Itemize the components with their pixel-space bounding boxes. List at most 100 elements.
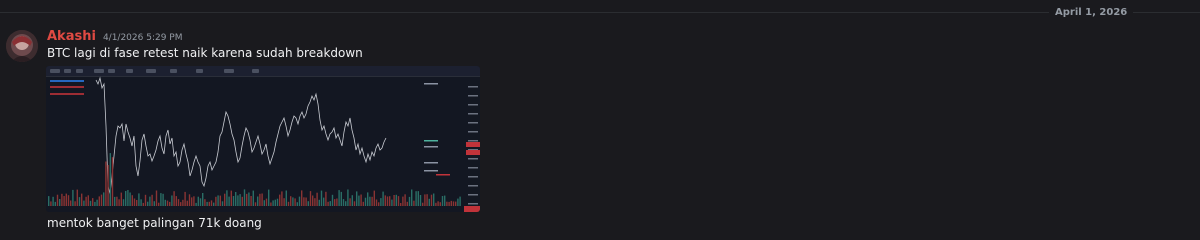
volume-bar — [393, 195, 395, 206]
volume-bar — [316, 192, 318, 206]
volume-bar — [336, 198, 338, 206]
volume-bar — [441, 196, 444, 206]
volume-bar — [314, 198, 316, 206]
volume-bar — [239, 194, 241, 206]
price-scale-tick — [468, 95, 478, 97]
volume-bar — [296, 202, 298, 206]
volume-bar — [422, 202, 424, 206]
volume-bar — [182, 199, 184, 206]
volume-bar — [329, 201, 331, 206]
chat-page: April 1, 2026 Akashi 4/1/2026 5:29 PM BT… — [0, 0, 1200, 240]
chart-corner-marker — [464, 206, 480, 212]
volume-bar — [166, 200, 169, 206]
volume-bar — [226, 190, 228, 206]
toolbar-button — [252, 69, 259, 73]
volume-bar — [323, 197, 325, 206]
volume-bar — [281, 191, 283, 206]
side-label-mark — [424, 162, 438, 164]
volume-bar — [131, 195, 133, 206]
volume-bar — [155, 190, 158, 206]
volume-bar — [448, 201, 450, 206]
volume-bar — [373, 190, 375, 206]
volume-bar — [265, 198, 268, 206]
volume-bar — [384, 195, 386, 206]
volume-bar — [334, 199, 336, 206]
volume-bar — [347, 189, 349, 206]
volume-bar — [353, 201, 356, 206]
volume-bar — [367, 192, 369, 206]
volume-bar — [435, 202, 437, 206]
image-attachment[interactable] — [46, 66, 480, 212]
volume-bar — [70, 200, 72, 206]
volume-bar — [103, 192, 105, 206]
volume-bar — [327, 201, 329, 206]
volume-bar — [158, 202, 160, 206]
toolbar-button — [108, 69, 115, 73]
volume-bar — [122, 199, 125, 206]
volume-bar — [235, 192, 237, 206]
toolbar-button — [224, 69, 234, 73]
volume-bar — [457, 198, 459, 206]
volume-bar — [171, 195, 173, 206]
volume-bar — [164, 199, 166, 206]
volume-bar — [213, 202, 215, 206]
volume-bar — [153, 201, 155, 206]
volume-bar — [404, 194, 406, 206]
volume-bar — [208, 201, 210, 206]
toolbar-button — [196, 69, 203, 73]
volume-bar — [197, 196, 199, 206]
volume-bar — [380, 198, 382, 206]
volume-bar — [67, 195, 70, 206]
volume-bar — [259, 193, 261, 206]
toolbar-button — [76, 69, 83, 73]
volume-bar — [186, 200, 188, 206]
volume-bar — [397, 196, 400, 206]
message-timestamp[interactable]: 4/1/2026 5:29 PM — [103, 33, 183, 43]
volume-bar — [325, 191, 327, 206]
volume-bar — [371, 196, 373, 206]
side-label-mark — [424, 83, 438, 85]
volume-bar — [254, 202, 257, 206]
volume-bar — [459, 196, 461, 206]
volume-bar — [180, 202, 182, 206]
volume-bar — [375, 199, 378, 206]
volume-bar — [279, 194, 281, 206]
volume-bar — [81, 193, 83, 206]
volume-bar — [428, 198, 430, 206]
volume-bar — [162, 193, 164, 206]
volume-bar — [144, 194, 147, 206]
volume-bar — [362, 201, 364, 206]
volume-bar — [338, 190, 340, 206]
volume-bar — [89, 200, 92, 206]
message-author[interactable]: Akashi — [47, 29, 96, 44]
volume-bar — [312, 195, 314, 206]
volume-bar — [342, 199, 345, 206]
volume-bar — [206, 201, 208, 206]
volume-bar — [65, 193, 67, 206]
volume-bar — [107, 165, 109, 206]
volume-bar — [118, 199, 120, 206]
volume-bar — [439, 202, 441, 206]
volume-bar — [360, 194, 362, 206]
price-scale-tick — [468, 140, 478, 142]
volume-bar — [378, 202, 380, 206]
volume-bar — [133, 198, 136, 206]
volume-bar — [74, 201, 76, 206]
volume-bar — [298, 196, 301, 206]
volume-bar — [149, 196, 151, 206]
volume-bar — [430, 194, 433, 206]
volume-bar — [199, 198, 202, 206]
volume-bar — [309, 191, 312, 206]
volume-bar — [120, 192, 122, 206]
volume-bar — [210, 200, 213, 206]
chart-toolbar-buttons — [50, 69, 259, 73]
volume-bar — [358, 195, 360, 206]
avatar[interactable] — [6, 30, 38, 62]
volume-bar — [76, 189, 78, 206]
volume-bar — [364, 197, 367, 206]
price-scale-tick — [468, 176, 478, 178]
volume-bar — [408, 196, 411, 206]
volume-bar — [243, 189, 246, 206]
volume-bar — [191, 197, 193, 206]
volume-bar — [63, 196, 65, 206]
